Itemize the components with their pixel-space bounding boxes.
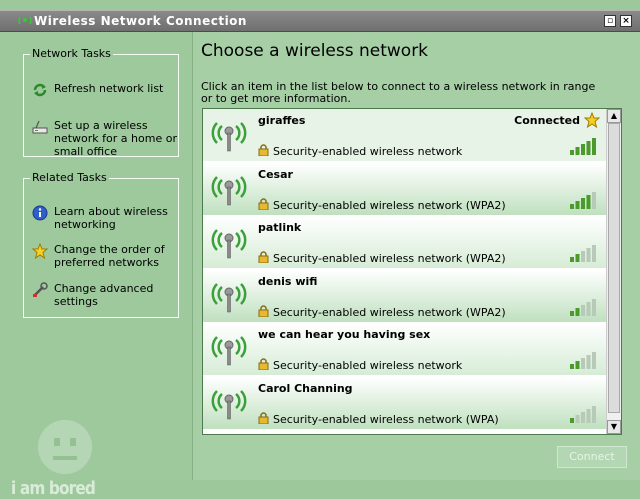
window-title: Wireless Network Connection (34, 14, 247, 28)
scroll-thumb[interactable] (608, 123, 620, 413)
task-pane: Network Tasks Refresh network list Set u… (0, 32, 193, 499)
network-name: we can hear you having sex (258, 328, 431, 341)
signal-strength-icon (570, 138, 596, 155)
task-label: Change advanced settings (54, 282, 154, 308)
settings-icon (33, 282, 48, 297)
signal-strength-icon (570, 405, 596, 423)
preferred-star-icon (584, 112, 600, 128)
security-label: Security-enabled wireless network (WPA2) (273, 305, 506, 319)
wireless-antenna-icon (211, 336, 247, 366)
main-pane: Choose a wireless network Click an item … (193, 32, 640, 480)
network-item[interactable]: we can hear you having sex Security-enabl… (203, 323, 606, 376)
list-scrollbar[interactable]: ▲ ▼ (606, 109, 621, 434)
scroll-down-button[interactable]: ▼ (607, 420, 621, 434)
security-label: Security-enabled wireless network (WPA) (273, 412, 499, 426)
network-name: Cesar (258, 167, 293, 181)
change-advanced-settings-task[interactable]: Change advanced settings (32, 282, 178, 308)
setup-wireless-icon (32, 120, 48, 134)
signal-strength-icon (570, 191, 596, 209)
instructions-text: Click an item in the list below to conne… (201, 80, 596, 105)
refresh-network-list-task[interactable]: Refresh network list (32, 82, 178, 98)
security-label: Security-enabled wireless network (273, 145, 463, 158)
network-item[interactable]: giraffes Security-enabled wireless networ… (203, 109, 606, 162)
connection-status: Connected (514, 114, 580, 127)
task-label: Learn about wireless networking (54, 205, 168, 231)
network-item[interactable]: Cesar Security-enabled wireless network (… (203, 162, 606, 216)
wireless-icon (18, 16, 32, 25)
signal-strength-icon (570, 298, 596, 316)
bored-watermark: i am bored (11, 478, 96, 499)
task-label: Set up a wireless network for a home or … (54, 119, 177, 158)
wireless-antenna-icon (211, 389, 247, 419)
network-item[interactable]: denis wifi Security-enabled wireless netw… (203, 269, 606, 323)
security-label: Security-enabled wireless network (WPA2) (273, 198, 506, 212)
task-label: Refresh network list (54, 82, 164, 95)
network-item[interactable]: Carol Channing Security-enabled wireless … (203, 376, 606, 430)
network-name: denis wifi (258, 274, 318, 288)
security-label: Security-enabled wireless network (273, 359, 463, 372)
scroll-up-button[interactable]: ▲ (607, 109, 621, 123)
lock-icon (258, 411, 269, 424)
change-order-task[interactable]: Change the order of preferred networks (32, 243, 178, 269)
restore-button[interactable]: ▫ (604, 15, 616, 27)
wireless-antenna-icon (211, 282, 247, 312)
network-item[interactable]: patlink Security-enabled wireless network… (203, 216, 606, 269)
network-tasks-title: Network Tasks (30, 47, 113, 60)
network-tasks-group: Network Tasks Refresh network list Set u… (23, 47, 179, 158)
wireless-antenna-icon (211, 122, 247, 152)
title-bar[interactable]: Wireless Network Connection ▫ × (0, 10, 640, 32)
bored-face-icon (38, 420, 92, 474)
lock-icon (258, 144, 269, 156)
signal-strength-icon (570, 245, 596, 262)
network-name: Carol Channing (258, 381, 353, 395)
related-tasks-group: Related Tasks Learn about wireless netwo… (23, 171, 179, 318)
info-icon (32, 205, 48, 221)
learn-wireless-task[interactable]: Learn about wireless networking (32, 205, 178, 231)
network-list[interactable]: giraffes Security-enabled wireless networ… (202, 108, 622, 435)
wireless-antenna-icon (211, 229, 247, 259)
task-label: Change the order of preferred networks (54, 243, 165, 269)
page-title: Choose a wireless network (201, 41, 429, 61)
lock-icon (258, 304, 269, 317)
security-label: Security-enabled wireless network (WPA2) (273, 252, 506, 265)
lock-icon (258, 358, 269, 370)
wireless-antenna-icon (211, 175, 247, 205)
star-icon (32, 243, 48, 259)
setup-wireless-network-task[interactable]: Set up a wireless network for a home or … (32, 119, 178, 158)
related-tasks-title: Related Tasks (30, 171, 109, 184)
refresh-icon (33, 83, 47, 97)
network-name: patlink (258, 221, 302, 234)
connect-button[interactable]: Connect (557, 446, 627, 468)
network-name: giraffes (258, 114, 306, 127)
lock-icon (258, 197, 269, 210)
lock-icon (258, 251, 269, 263)
signal-strength-icon (570, 352, 596, 369)
close-button[interactable]: × (620, 15, 632, 27)
